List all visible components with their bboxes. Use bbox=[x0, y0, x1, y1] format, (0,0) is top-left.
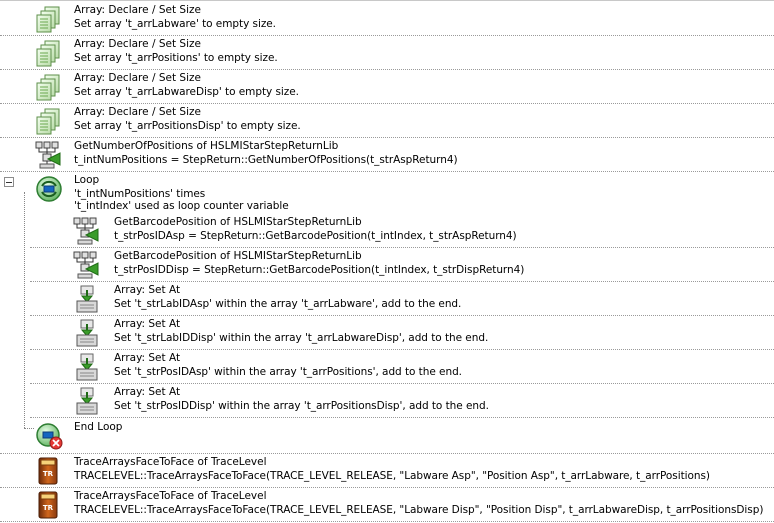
step-title: End Loop bbox=[74, 421, 123, 433]
step-row[interactable]: Array: Set At Set 't_strLabIDDisp' withi… bbox=[30, 316, 774, 350]
array-set-icon bbox=[76, 285, 98, 313]
step-row[interactable]: GetBarcodePosition of HSLMIStarStepRetur… bbox=[30, 214, 774, 248]
step-title: Array: Set At bbox=[114, 352, 181, 364]
step-detail: Set array 't_arrPositionsDisp' to empty … bbox=[74, 120, 301, 132]
step-detail: Set 't_strPosIDAsp' within the array 't_… bbox=[114, 366, 462, 378]
step-row[interactable]: TR TraceArraysFaceToFace of TraceLevel T… bbox=[0, 488, 774, 522]
step-detail: Set array 't_arrPositions' to empty size… bbox=[74, 52, 278, 64]
step-title: TraceArraysFaceToFace of TraceLevel bbox=[74, 456, 267, 468]
step-title: Array: Set At bbox=[114, 318, 181, 330]
step-row[interactable]: GetNumberOfPositions of HSLMIStarStepRet… bbox=[0, 138, 774, 172]
step-row[interactable]: Array: Declare / Set Size Set array 't_a… bbox=[0, 36, 774, 70]
step-row[interactable]: Array: Declare / Set Size Set array 't_a… bbox=[0, 70, 774, 104]
step-row[interactable]: Array: Set At Set 't_strLabIDAsp' within… bbox=[30, 282, 774, 316]
step-title: Array: Declare / Set Size bbox=[74, 106, 201, 118]
step-title: GetBarcodePosition of HSLMIStarStepRetur… bbox=[114, 216, 362, 228]
step-row[interactable]: GetBarcodePosition of HSLMIStarStepRetur… bbox=[30, 248, 774, 282]
step-title: GetBarcodePosition of HSLMIStarStepRetur… bbox=[114, 250, 362, 262]
library-function-icon bbox=[73, 217, 99, 245]
end-loop-row[interactable]: End Loop bbox=[0, 418, 774, 454]
array-declare-icon bbox=[36, 40, 60, 67]
step-row[interactable]: Array: Set At Set 't_strPosIDAsp' within… bbox=[30, 350, 774, 384]
svg-text:TR: TR bbox=[43, 470, 54, 478]
tree-line-loop bbox=[24, 192, 25, 428]
loop-icon bbox=[36, 176, 62, 202]
step-detail: Set 't_strLabIDAsp' within the array 't_… bbox=[114, 298, 462, 310]
array-set-icon bbox=[76, 353, 98, 381]
step-row[interactable]: Array: Set At Set 't_strPosIDDisp' withi… bbox=[30, 384, 774, 418]
top-border bbox=[0, 0, 774, 1]
step-detail: t_strPosIDAsp = StepReturn::GetBarcodePo… bbox=[114, 230, 517, 242]
step-detail: t_intNumPositions = StepReturn::GetNumbe… bbox=[74, 154, 458, 166]
end-loop-icon bbox=[36, 423, 63, 450]
library-function-icon bbox=[73, 251, 99, 279]
step-title: Array: Declare / Set Size bbox=[74, 4, 201, 16]
step-title: Array: Declare / Set Size bbox=[74, 72, 201, 84]
step-detail: t_strPosIDDisp = StepReturn::GetBarcodeP… bbox=[114, 264, 525, 276]
step-detail: Set 't_strPosIDDisp' within the array 't… bbox=[114, 400, 489, 412]
array-set-icon bbox=[76, 319, 98, 347]
library-function-icon bbox=[35, 141, 61, 169]
array-declare-icon bbox=[36, 74, 60, 101]
step-title: GetNumberOfPositions of HSLMIStarStepRet… bbox=[74, 140, 339, 152]
array-set-icon bbox=[76, 387, 98, 415]
step-detail: Set 't_strLabIDDisp' within the array 't… bbox=[114, 332, 489, 344]
step-detail: Set array 't_arrLabware' to empty size. bbox=[74, 18, 276, 30]
step-detail-2: 't_intIndex' used as loop counter variab… bbox=[74, 200, 289, 212]
trace-book-icon: TR bbox=[38, 457, 58, 485]
array-declare-icon bbox=[36, 6, 60, 33]
svg-text:TR: TR bbox=[43, 504, 54, 512]
step-title: Loop bbox=[74, 174, 100, 186]
step-detail: TRACELEVEL::TraceArraysFaceToFace(TRACE_… bbox=[74, 504, 764, 516]
step-title: Array: Set At bbox=[114, 284, 181, 296]
step-title: TraceArraysFaceToFace of TraceLevel bbox=[74, 490, 267, 502]
step-title: Array: Set At bbox=[114, 386, 181, 398]
step-row[interactable]: TR TraceArraysFaceToFace of TraceLevel T… bbox=[0, 454, 774, 488]
step-title: Array: Declare / Set Size bbox=[74, 38, 201, 50]
step-detail: TRACELEVEL::TraceArraysFaceToFace(TRACE_… bbox=[74, 470, 710, 482]
loop-row[interactable]: Loop 't_intNumPositions' times 't_intInd… bbox=[0, 172, 774, 216]
step-row[interactable]: Array: Declare / Set Size Set array 't_a… bbox=[0, 104, 774, 138]
array-declare-icon bbox=[36, 108, 60, 135]
step-row[interactable]: Array: Declare / Set Size Set array 't_a… bbox=[0, 2, 774, 36]
trace-book-icon: TR bbox=[38, 491, 58, 519]
step-detail: Set array 't_arrLabwareDisp' to empty si… bbox=[74, 86, 299, 98]
